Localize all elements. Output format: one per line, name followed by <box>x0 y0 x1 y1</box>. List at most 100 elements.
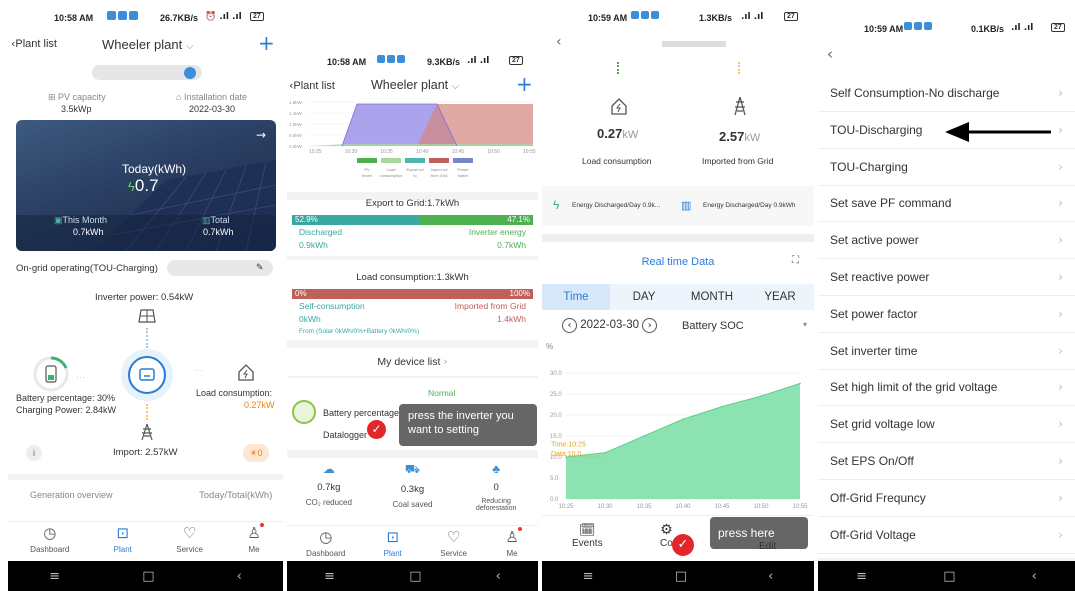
status-time: 10:58 AM <box>54 13 94 23</box>
fullscreen-icon[interactable]: ⛶ <box>792 255 799 266</box>
tab-year[interactable]: YEAR <box>746 291 814 303</box>
menu-nav-button[interactable]: ≡ <box>324 569 335 584</box>
x-tick-label: 10:55 <box>523 149 536 155</box>
inverter-node[interactable] <box>121 349 173 401</box>
status-app-icons <box>904 22 932 30</box>
setting-item[interactable]: Off-Grid Frequncy › <box>818 480 1075 517</box>
info-icon[interactable]: i <box>26 445 42 461</box>
back-nav-button[interactable]: ‹ <box>237 569 242 584</box>
battery-gauge[interactable] <box>32 355 70 393</box>
setting-item-label: Set high limit of the grid voltage <box>830 380 998 395</box>
home-nav-button[interactable]: □ <box>675 569 687 584</box>
x-tick-label: 10:25 <box>309 149 322 155</box>
y-tick-label: 1.6kW <box>289 100 303 105</box>
operating-status: On-grid operating(TOU-Charging) <box>16 263 158 274</box>
tab-service[interactable]: ♡ Service <box>176 525 203 554</box>
tab-dashboard[interactable]: ◷ Dashboard <box>306 529 345 558</box>
inverter-device-icon[interactable] <box>292 400 316 424</box>
load-title: Load consumption:1.3kWh <box>356 272 469 283</box>
tap-indicator-icon: ✓ <box>672 534 694 556</box>
add-plant-button[interactable]: + <box>516 72 533 96</box>
y-tick-label: 0.5kW <box>289 133 303 138</box>
today-label: Today(kWh) <box>122 162 187 176</box>
chevron-right-icon: › <box>1058 380 1063 395</box>
x-tick-label: 10:40 <box>675 504 691 510</box>
prev-date-icon[interactable]: ‹ <box>562 318 577 333</box>
soc-point <box>760 395 762 397</box>
edit-button[interactable]: Edit <box>759 541 776 552</box>
setting-item[interactable]: Set power factor › <box>818 296 1075 333</box>
next-date-icon[interactable]: › <box>642 318 658 333</box>
back-button[interactable]: ‹ <box>556 34 562 50</box>
cloud-icon: ☁ <box>322 462 335 476</box>
chevron-right-icon: › <box>1058 122 1063 137</box>
setting-item[interactable]: Off-Grid Voltage › <box>818 517 1075 554</box>
edit-icon[interactable] <box>184 67 196 79</box>
back-nav-button[interactable]: ‹ <box>1032 569 1037 584</box>
y-tick-label: 5.0 <box>550 476 559 482</box>
generation-overview: Generation overview <box>30 490 113 500</box>
tab-day[interactable]: DAY <box>610 291 678 303</box>
control-button[interactable]: ⚙ Co <box>660 522 673 549</box>
date-picker[interactable]: ‹ 2022-03-30 › <box>562 318 658 333</box>
plant-selector[interactable]: Wheeler plant ⌵ <box>371 78 459 92</box>
home-nav-button[interactable]: □ <box>142 569 154 584</box>
legend-label: consumption <box>380 173 403 178</box>
back-to-plant-list[interactable]: ‹Plant list <box>289 79 335 92</box>
discharge-icon: ϟ <box>553 198 560 212</box>
tooltip-time: Time:10:25 <box>551 442 586 449</box>
battery-soc-chart: 30.025.020.015.010.05.00.010:25 10:30 10:3… <box>550 371 808 510</box>
tab-me[interactable]: ♙ Me <box>247 523 264 554</box>
events-button[interactable]: 🗓︎ Events <box>572 522 603 549</box>
co2-stat: ☁ 0.7kg CO₂ reduced <box>294 462 364 512</box>
setting-item[interactable]: Set grid voltage low › <box>818 406 1075 444</box>
tab-service[interactable]: ♡ Service <box>440 529 467 558</box>
export-right-label: Inverter energy <box>468 227 526 237</box>
setting-item[interactable]: Set inverter time › <box>818 333 1075 370</box>
back-nav-button[interactable]: ‹ <box>768 569 773 584</box>
setting-item[interactable]: TOU-Charging › <box>818 149 1075 186</box>
tab-plant[interactable]: ⊡ Plant <box>384 529 402 558</box>
menu-nav-button[interactable]: ≡ <box>49 569 60 584</box>
battery-icon: 27 <box>250 12 264 21</box>
tab-month[interactable]: MONTH <box>678 291 746 303</box>
divider <box>542 234 814 242</box>
divider <box>287 376 538 378</box>
x-tick-label: 10:45 <box>452 149 465 155</box>
menu-nav-button[interactable]: ≡ <box>856 569 867 584</box>
tab-dashboard[interactable]: ◷ Dashboard <box>30 525 69 554</box>
setting-item[interactable]: Set active power › <box>818 222 1075 260</box>
metric-select[interactable]: Battery SOC ▾ <box>682 320 807 332</box>
my-device-list[interactable]: My device list › <box>287 356 538 368</box>
back-to-plant-list[interactable]: ‹Plant list <box>11 37 57 50</box>
setting-item[interactable]: Set save PF command › <box>818 185 1075 223</box>
back-button[interactable]: ‹ <box>827 45 833 63</box>
export-right-pct: 47.1% <box>419 215 533 225</box>
setting-item-label: Off-Grid Voltage <box>830 527 916 542</box>
energy-summary-card[interactable]: → Today(kWh) ϟ0.7 ▣This Month 0.7kWh ▥To… <box>16 120 276 251</box>
divider <box>287 340 538 348</box>
add-plant-button[interactable]: + <box>258 31 275 55</box>
tap-indicator-icon: ✓ <box>367 420 386 439</box>
home-nav-button[interactable]: □ <box>943 569 955 584</box>
menu-nav-button[interactable]: ≡ <box>583 569 594 584</box>
setting-item-label: TOU-Discharging <box>830 122 923 137</box>
flow-line-2 <box>738 62 741 74</box>
back-nav-button[interactable]: ‹ <box>496 569 501 584</box>
setting-item[interactable]: Self Consumption-No discharge › <box>818 75 1075 112</box>
today-value: ϟ0.7 <box>128 176 159 195</box>
tab-plant[interactable]: ⊡ Plant <box>114 525 132 554</box>
screen-realtime-data: 10:59 AM 1.3KB/s .ıl .ıl 27 ‹ 0.27kW 2.5… <box>542 0 814 591</box>
tab-time[interactable]: Time <box>542 284 610 310</box>
home-nav-button[interactable]: □ <box>409 569 421 584</box>
alarm-badge[interactable]: ☀0 <box>243 444 269 462</box>
legend-swatch <box>453 158 473 163</box>
load-label: Load consumption <box>582 156 652 166</box>
tab-me[interactable]: ♙ Me <box>505 527 522 558</box>
setting-item[interactable]: Set EPS On/Off › <box>818 443 1075 480</box>
legend-label: to <box>413 173 417 178</box>
plant-selector[interactable]: Wheeler plant ⌵ <box>102 37 193 52</box>
setting-item[interactable]: Set reactive power › <box>818 259 1075 296</box>
edit-icon-2[interactable]: ✎ <box>256 262 264 273</box>
setting-item[interactable]: Set high limit of the grid voltage › <box>818 369 1075 407</box>
